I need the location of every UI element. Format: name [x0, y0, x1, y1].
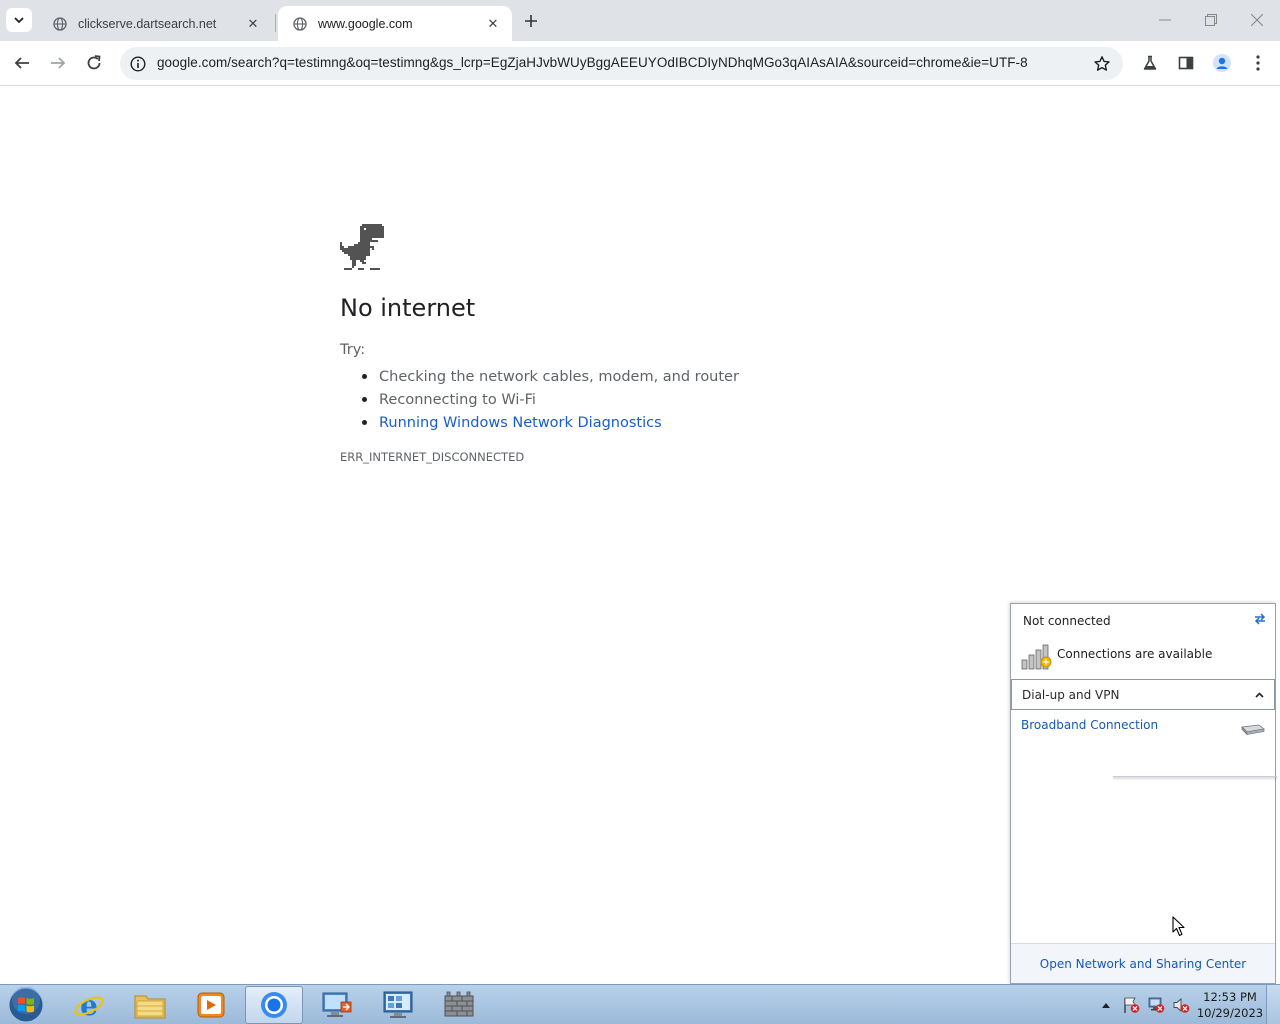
section-label: Dial-up and VPN	[1022, 688, 1120, 702]
network-disconnected-icon	[1148, 997, 1165, 1013]
site-info-icon[interactable]	[128, 54, 148, 74]
clock-time: 12:53 PM	[1203, 990, 1257, 1004]
arrow-right-icon	[51, 57, 66, 69]
back-button[interactable]	[8, 49, 36, 77]
error-code: ERR_INTERNET_DISCONNECTED	[340, 450, 525, 464]
forward-button[interactable]	[44, 49, 72, 77]
mouse-cursor-icon	[1172, 916, 1185, 937]
network-tray-icon[interactable]	[1145, 985, 1167, 1024]
svg-text:e: e	[80, 989, 98, 1021]
suggestion-list: Checking the network cables, modem, and …	[362, 365, 739, 434]
tab-title: www.google.com	[318, 16, 413, 31]
restore-icon	[1205, 14, 1217, 26]
modem-icon	[1241, 724, 1265, 736]
globe-icon	[52, 16, 68, 32]
close-window-button[interactable]	[1234, 6, 1280, 34]
bookmark-star-icon[interactable]	[1091, 53, 1113, 75]
taskbar-clock[interactable]: 12:53 PM 10/29/2023	[1194, 989, 1266, 1021]
suggestion-text: Reconnecting to Wi-Fi	[379, 391, 536, 408]
chevron-down-icon	[14, 17, 24, 23]
account-icon	[1213, 54, 1231, 72]
minimize-icon	[1159, 19, 1171, 21]
dialup-vpn-section-header[interactable]: Dial-up and VPN	[1011, 679, 1275, 710]
control-panel-icon	[383, 991, 413, 1018]
taskbar-chrome[interactable]	[245, 986, 303, 1024]
start-button[interactable]	[6, 986, 46, 1024]
chevron-up-icon	[1252, 688, 1266, 702]
reload-icon	[87, 55, 101, 70]
address-bar[interactable]: google.com/search?q=testimng&oq=testimng…	[120, 47, 1123, 80]
taskbar-internet-explorer[interactable]: e	[60, 986, 118, 1024]
browser-toolbar: google.com/search?q=testimng&oq=testimng…	[0, 41, 1280, 86]
action-center-tray-icon[interactable]	[1120, 985, 1142, 1024]
open-network-sharing-center-link[interactable]: Open Network and Sharing Center	[1040, 957, 1246, 971]
flyout-footer: Open Network and Sharing Center	[1011, 943, 1275, 983]
clock-date: 10/29/2023	[1196, 1006, 1264, 1020]
tab-search-button[interactable]	[6, 8, 32, 32]
suggestion-item: Reconnecting to Wi-Fi	[362, 388, 739, 411]
taskbar-remote-desktop[interactable]	[308, 986, 366, 1024]
broadband-connection-item[interactable]: Broadband Connection	[1021, 718, 1158, 732]
taskbar: e 12:53 PM 10/29/2023	[0, 984, 1280, 1024]
profile-button[interactable]	[1208, 49, 1236, 77]
restore-button[interactable]	[1188, 6, 1234, 34]
speaker-muted-icon	[1173, 998, 1190, 1013]
side-panel-button[interactable]	[1172, 49, 1200, 77]
reload-button[interactable]	[80, 49, 108, 77]
internet-explorer-icon: e	[74, 989, 104, 1021]
volume-tray-icon[interactable]	[1170, 985, 1192, 1024]
show-desktop-button[interactable]	[1266, 985, 1280, 1024]
file-explorer-icon	[134, 995, 166, 1019]
connection-item-divider	[1113, 774, 1277, 777]
plus-icon	[525, 15, 537, 27]
labs-button[interactable]	[1136, 49, 1164, 77]
flask-icon	[1143, 55, 1157, 70]
tab-google[interactable]: www.google.com ✕	[278, 6, 512, 41]
suggestion-item: Checking the network cables, modem, and …	[362, 365, 739, 388]
tab-separator	[275, 14, 276, 32]
availability-text: Connections are available	[1057, 647, 1213, 661]
connection-status: Not connected	[1023, 614, 1111, 628]
suggestion-text: Checking the network cables, modem, and …	[379, 368, 739, 385]
windows-orb-icon	[8, 987, 44, 1023]
network-diagnostics-link[interactable]: Running Windows Network Diagnostics	[379, 415, 662, 431]
taskbar-firewall[interactable]	[430, 986, 488, 1024]
try-label: Try:	[340, 342, 366, 358]
tab-strip: clickserve.dartsearch.net ✕ www.google.c…	[0, 0, 1280, 41]
tab-clickserve[interactable]: clickserve.dartsearch.net ✕	[38, 6, 272, 41]
chrome-icon	[261, 992, 287, 1018]
suggestion-item: Running Windows Network Diagnostics	[362, 411, 739, 434]
refresh-button[interactable]	[1251, 610, 1269, 628]
new-tab-button[interactable]	[520, 10, 542, 32]
error-title: No internet	[340, 294, 476, 322]
minimize-button[interactable]	[1142, 6, 1188, 34]
network-flyout: Not connected Connections are available …	[1010, 603, 1277, 984]
chevron-up-icon	[1102, 1002, 1110, 1008]
close-icon[interactable]: ✕	[244, 15, 262, 33]
media-player-icon	[197, 992, 225, 1018]
taskbar-control-panel[interactable]	[369, 986, 427, 1024]
arrow-left-icon	[14, 57, 29, 69]
dinosaur-icon[interactable]	[340, 224, 384, 270]
menu-button[interactable]	[1244, 49, 1272, 77]
remote-desktop-icon	[322, 992, 352, 1017]
tab-title: clickserve.dartsearch.net	[78, 16, 217, 31]
network-signal-icon	[1021, 644, 1052, 670]
url-text: google.com/search?q=testimng&oq=testimng…	[157, 55, 1028, 70]
close-icon[interactable]: ✕	[484, 15, 502, 33]
firewall-icon	[444, 991, 474, 1017]
side-panel-icon	[1178, 56, 1194, 70]
more-vertical-icon	[1256, 55, 1260, 71]
refresh-arrows-icon	[1254, 613, 1266, 625]
taskbar-media-player[interactable]	[182, 986, 240, 1024]
taskbar-file-explorer[interactable]	[121, 986, 179, 1024]
show-hidden-icons-button[interactable]	[1098, 985, 1114, 1024]
close-icon	[1251, 14, 1263, 26]
globe-icon	[292, 16, 308, 32]
flag-warning-icon	[1124, 997, 1140, 1013]
